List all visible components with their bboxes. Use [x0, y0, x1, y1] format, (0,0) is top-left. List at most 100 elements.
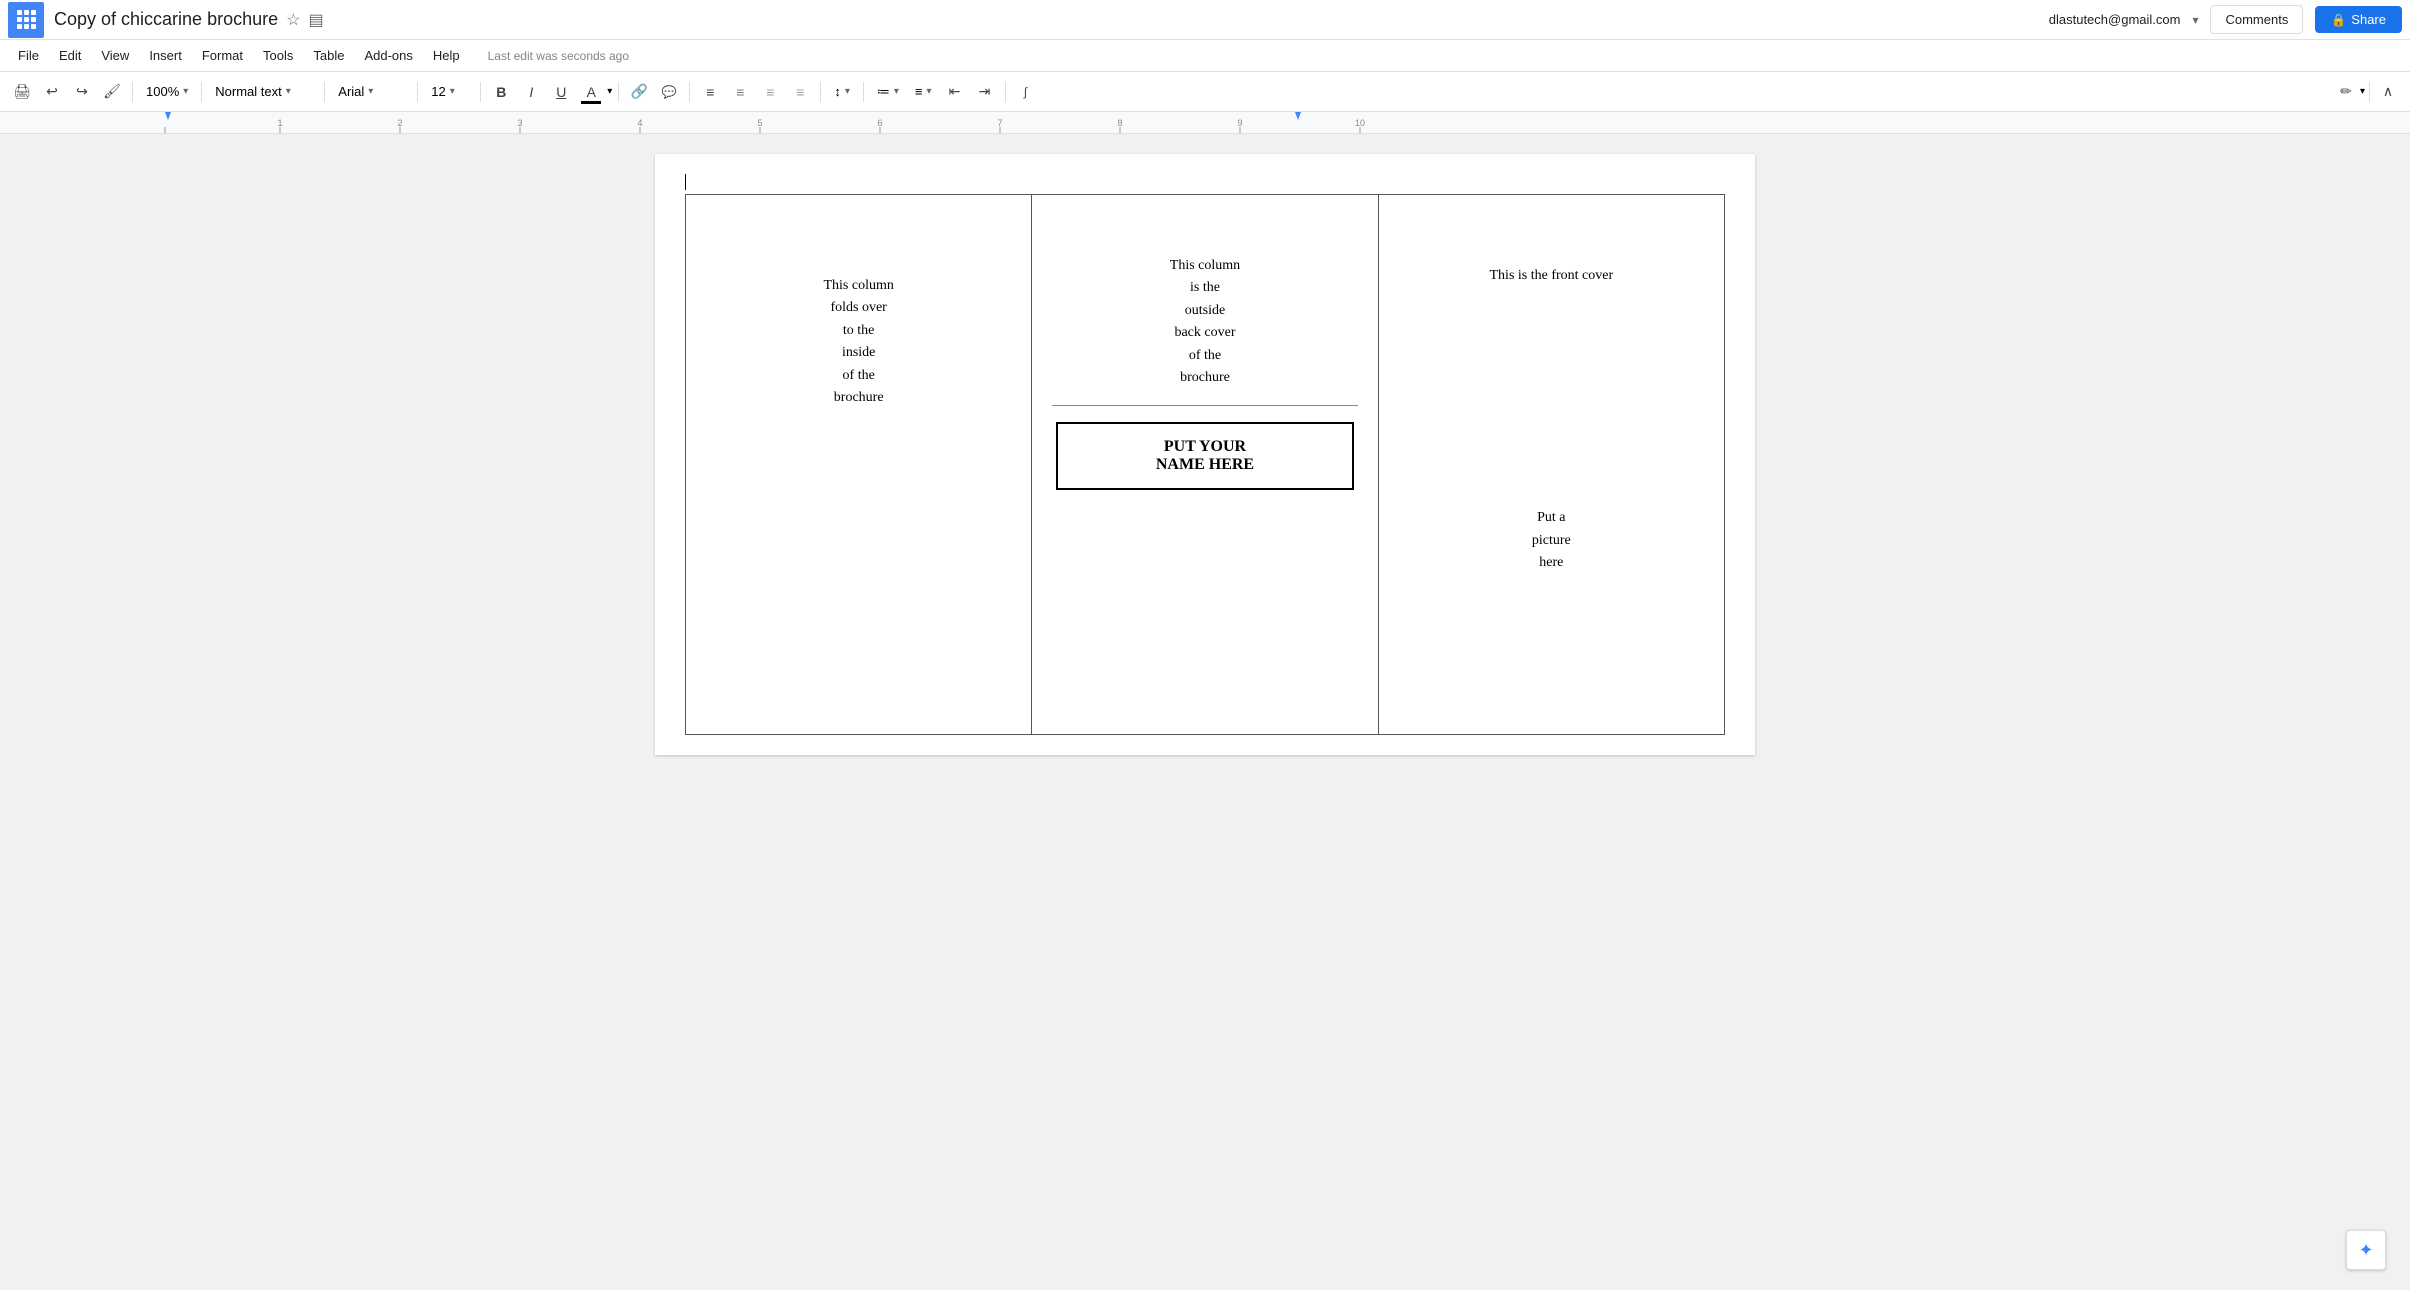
menu-help[interactable]: Help — [425, 45, 468, 66]
italic-button[interactable]: I — [517, 78, 545, 106]
ordered-list-select[interactable]: ≔ ▾ — [870, 78, 906, 106]
app-icon[interactable] — [8, 2, 44, 38]
table-cell-col1[interactable]: This columnfolds overto theinsideof theb… — [686, 195, 1032, 735]
align-center-button[interactable]: ≡ — [726, 78, 754, 106]
col3-content: This is the front cover Put apicturehere — [1399, 265, 1704, 575]
undo-button[interactable]: ↩ — [38, 78, 66, 106]
font-color-button[interactable]: A — [577, 78, 605, 106]
style-arrow: ▾ — [286, 86, 291, 97]
google-apps-grid — [17, 10, 36, 29]
last-edit: Last edit was seconds ago — [488, 49, 629, 63]
divider-3 — [324, 82, 325, 102]
svg-text:3: 3 — [517, 118, 522, 128]
align-left-button[interactable]: ≡ — [696, 78, 724, 106]
pen-button[interactable]: ✏ — [2332, 78, 2360, 106]
ruler: 1 2 3 4 5 6 7 8 9 10 — [0, 112, 2410, 134]
ruler-svg: 1 2 3 4 5 6 7 8 9 10 — [0, 112, 2410, 134]
font-select[interactable]: Arial ▾ — [331, 78, 411, 106]
formula-button[interactable]: ∫ — [1012, 78, 1040, 106]
divider-11 — [2369, 82, 2370, 102]
comments-button[interactable]: Comments — [2210, 5, 2303, 34]
font-size-select[interactable]: 12 ▾ — [424, 78, 474, 106]
divider-1 — [132, 82, 133, 102]
col1-text: This columnfolds overto theinsideof theb… — [706, 275, 1011, 409]
unordered-list-icon: ≡ — [915, 84, 923, 99]
menu-bar: File Edit View Insert Format Tools Table… — [0, 40, 2410, 72]
divider-7 — [689, 82, 690, 102]
comment-button[interactable]: 💬 — [655, 78, 683, 106]
menu-addons[interactable]: Add-ons — [356, 45, 420, 66]
share-label: Share — [2351, 12, 2386, 27]
line-spacing-select[interactable]: ↕ ▾ — [827, 78, 857, 106]
unordered-list-select[interactable]: ≡ ▾ — [908, 78, 939, 106]
front-cover-text: This is the front cover — [1399, 265, 1704, 287]
svg-text:9: 9 — [1237, 118, 1242, 128]
svg-text:1: 1 — [277, 118, 282, 128]
paint-format-button[interactable]: 🖌 — [98, 78, 126, 106]
menu-view[interactable]: View — [93, 45, 137, 66]
table-cell-col3[interactable]: This is the front cover Put apicturehere — [1378, 195, 1724, 735]
divider-8 — [820, 82, 821, 102]
brochure-table: This columnfolds overto theinsideof theb… — [685, 194, 1725, 735]
decrease-indent-button[interactable]: ⇤ — [941, 78, 969, 106]
dropdown-arrow[interactable]: ▾ — [2192, 13, 2198, 27]
document-page[interactable]: This columnfolds overto theinsideof theb… — [655, 154, 1755, 755]
style-select[interactable]: Normal text ▾ — [208, 78, 318, 106]
name-box[interactable]: PUT YOURNAME HERE — [1056, 422, 1353, 490]
svg-text:6: 6 — [877, 118, 882, 128]
font-value: Arial — [338, 84, 364, 99]
toolbar-collapse: ✏ ▾ ∧ — [2332, 78, 2402, 106]
assistant-icon: ✦ — [2358, 1240, 2373, 1261]
pen-arrow[interactable]: ▾ — [2360, 86, 2365, 97]
svg-text:8: 8 — [1117, 118, 1122, 128]
svg-text:2: 2 — [397, 118, 402, 128]
table-row: This columnfolds overto theinsideof theb… — [686, 195, 1725, 735]
menu-insert[interactable]: Insert — [141, 45, 190, 66]
toolbar: 🖨 ↩ ↪ 🖌 100% ▾ Normal text ▾ Arial ▾ 12 … — [0, 72, 2410, 112]
col2-divider — [1052, 405, 1357, 406]
table-cell-col2[interactable]: This columnis theoutsideback coverof the… — [1032, 195, 1378, 735]
cursor-area — [685, 174, 1725, 186]
size-arrow: ▾ — [450, 86, 455, 97]
print-button[interactable]: 🖨 — [8, 78, 36, 106]
font-size-value: 12 — [431, 84, 445, 99]
collapse-toolbar-button[interactable]: ∧ — [2374, 78, 2402, 106]
folder-icon[interactable]: ▤ — [308, 10, 323, 30]
share-button[interactable]: 🔒 Share — [2315, 6, 2402, 33]
zoom-select[interactable]: 100% ▾ — [139, 78, 195, 106]
zoom-arrow: ▾ — [183, 86, 188, 97]
style-value: Normal text — [215, 84, 281, 99]
divider-10 — [1005, 82, 1006, 102]
menu-table[interactable]: Table — [305, 45, 352, 66]
menu-tools[interactable]: Tools — [255, 45, 301, 66]
assistant-button[interactable]: ✦ — [2346, 1230, 2386, 1270]
col2-content: This columnis theoutsideback coverof the… — [1052, 215, 1357, 490]
divider-6 — [618, 82, 619, 102]
doc-title[interactable]: Copy of chiccarine brochure — [54, 9, 278, 30]
menu-file[interactable]: File — [10, 45, 47, 66]
align-right-button[interactable]: ≡ — [756, 78, 784, 106]
link-button[interactable]: 🔗 — [625, 78, 653, 106]
font-color-arrow[interactable]: ▾ — [607, 86, 612, 97]
svg-text:5: 5 — [757, 118, 762, 128]
menu-format[interactable]: Format — [194, 45, 251, 66]
font-arrow: ▾ — [368, 86, 373, 97]
doc-area: This columnfolds overto theinsideof theb… — [0, 134, 2410, 1290]
increase-indent-button[interactable]: ⇥ — [971, 78, 999, 106]
top-right: dlastutech@gmail.com ▾ Comments 🔒 Share — [2049, 5, 2402, 34]
lock-icon: 🔒 — [2331, 13, 2346, 27]
star-icon[interactable]: ☆ — [286, 10, 300, 30]
underline-button[interactable]: U — [547, 78, 575, 106]
divider-2 — [201, 82, 202, 102]
divider-5 — [480, 82, 481, 102]
redo-button[interactable]: ↪ — [68, 78, 96, 106]
user-email: dlastutech@gmail.com — [2049, 12, 2181, 27]
bold-button[interactable]: B — [487, 78, 515, 106]
ordered-list-arrow: ▾ — [894, 86, 899, 97]
svg-text:7: 7 — [997, 118, 1002, 128]
ordered-list-icon: ≔ — [877, 84, 890, 100]
menu-edit[interactable]: Edit — [51, 45, 89, 66]
justify-button[interactable]: ≡ — [786, 78, 814, 106]
divider-4 — [417, 82, 418, 102]
line-spacing-icon: ↕ — [834, 84, 841, 99]
